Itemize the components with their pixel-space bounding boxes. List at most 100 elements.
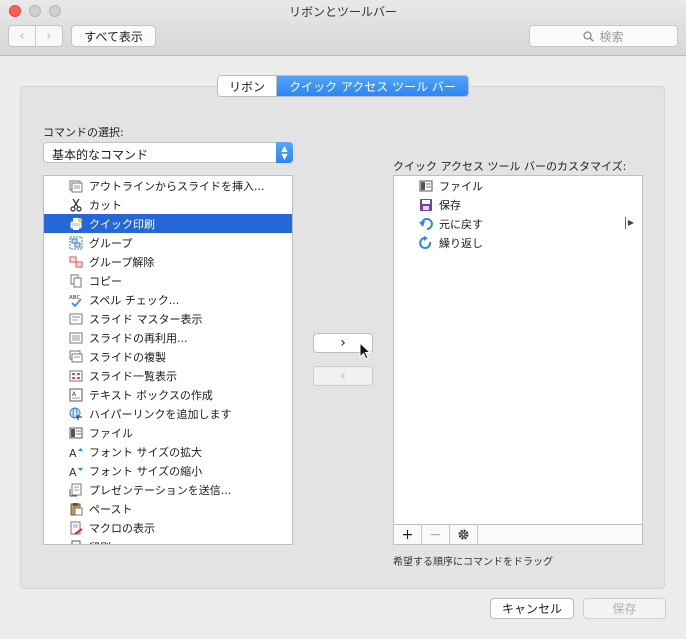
slide-master-icon xyxy=(68,311,84,327)
copy-icon xyxy=(68,273,84,289)
save-icon xyxy=(418,197,434,213)
command-category-popup[interactable]: 基本的なコマンド ▲ ▼ xyxy=(43,142,293,163)
list-item[interactable]: スライド一覧表示 xyxy=(44,366,292,385)
quick-print-icon xyxy=(68,216,84,232)
list-item-label: フォント サイズの縮小 xyxy=(89,464,203,478)
tab-quick-access-toolbar[interactable]: クイック アクセス ツール バー xyxy=(277,76,468,96)
mouse-pointer-icon xyxy=(359,342,371,360)
list-item[interactable]: カット xyxy=(44,195,292,214)
spellcheck-icon: ABC xyxy=(68,292,84,308)
list-item-label: 印刷 xyxy=(89,539,111,545)
font-shrink-icon: A xyxy=(68,463,84,479)
quick-access-footer: + − xyxy=(393,524,643,545)
list-item[interactable]: コピー xyxy=(44,271,292,290)
titlebar: リボンとツールバー ‹ › すべて表示 検索 xyxy=(0,0,686,56)
back-forward-control: ‹ › xyxy=(8,25,63,47)
font-grow-icon: A xyxy=(68,444,84,460)
quick-access-label: クイック アクセス ツール バーのカスタマイズ: xyxy=(393,160,627,173)
list-item-label: プレゼンテーションを送信... xyxy=(89,483,232,497)
list-item-label: 元に戻す xyxy=(439,217,483,231)
list-item-label: グループ解除 xyxy=(89,255,155,269)
list-item[interactable]: スライド マスター表示 xyxy=(44,309,292,328)
list-item-label: クイック印刷 xyxy=(89,217,155,231)
list-item[interactable]: グループ解除 xyxy=(44,252,292,271)
commands-label: コマンドの選択: xyxy=(43,126,124,139)
group-icon xyxy=(68,235,84,251)
textbox-icon: A xyxy=(68,387,84,403)
list-item[interactable]: ハイパーリンクを追加します xyxy=(44,404,292,423)
file-icon xyxy=(418,178,434,194)
macro-icon xyxy=(68,520,84,536)
send-icon xyxy=(68,482,84,498)
tab-ribbon[interactable]: リボン xyxy=(218,76,277,96)
svg-text:A: A xyxy=(69,466,77,478)
list-item-selected[interactable]: クイック印刷 xyxy=(44,214,292,233)
list-item[interactable]: スライドの複製 xyxy=(44,347,292,366)
list-item[interactable]: スライドの再利用... xyxy=(44,328,292,347)
list-item[interactable]: ファイル xyxy=(44,423,292,442)
list-item[interactable]: 元に戻す ▶ xyxy=(394,214,642,233)
outline-insert-icon xyxy=(68,178,84,194)
list-item[interactable]: 保存 xyxy=(394,195,642,214)
submenu-arrow-icon[interactable]: ▶ xyxy=(624,217,634,229)
window-title: リボンとツールバー xyxy=(288,5,397,19)
slide-sorter-icon xyxy=(68,368,84,384)
list-item-label: スペル チェック... xyxy=(89,293,180,307)
list-item[interactable]: ファイル xyxy=(394,176,642,195)
list-item-label: コピー xyxy=(89,274,122,288)
search-icon xyxy=(583,30,595,42)
scissors-icon xyxy=(68,197,84,213)
undo-icon xyxy=(418,216,434,232)
preferences-window: リボンとツールバー ‹ › すべて表示 検索 リボン クイック アクセス ツール… xyxy=(0,0,686,639)
print-icon xyxy=(68,539,84,544)
save-button[interactable]: 保存 xyxy=(583,598,666,619)
slide-reuse-icon xyxy=(68,330,84,346)
show-all-button[interactable]: すべて表示 xyxy=(71,25,156,47)
list-item-label: フォント サイズの拡大 xyxy=(89,445,203,459)
ungroup-icon xyxy=(68,254,84,270)
list-item-label: スライドの再利用... xyxy=(89,331,188,345)
list-item[interactable]: 繰り返し xyxy=(394,233,642,252)
list-item[interactable]: ABC スペル チェック... xyxy=(44,290,292,309)
search-placeholder: 検索 xyxy=(599,29,624,44)
list-item-label: ファイル xyxy=(89,426,133,440)
command-category-value: 基本的なコマンド xyxy=(52,148,149,162)
tab-control: リボン クイック アクセス ツール バー xyxy=(217,75,469,97)
slide-duplicate-icon xyxy=(68,349,84,365)
file-icon xyxy=(68,425,84,441)
list-item[interactable]: 印刷 xyxy=(44,537,292,545)
paste-icon xyxy=(68,501,84,517)
list-item-label: テキスト ボックスの作成 xyxy=(89,388,213,402)
search-field[interactable]: 検索 xyxy=(529,25,678,47)
svg-text:A: A xyxy=(69,447,77,459)
add-item-button[interactable]: + xyxy=(394,525,422,544)
remove-command-button[interactable]: ‹ xyxy=(313,366,373,386)
quick-access-list[interactable]: ファイル 保存 元に戻す ▶ 繰り返し xyxy=(393,175,643,545)
list-item-label: グループ xyxy=(89,236,133,250)
hyperlink-icon xyxy=(68,406,84,422)
command-list[interactable]: アウトラインからスライドを挿入... カット クイック印刷 グループ グループ解… xyxy=(43,175,293,545)
remove-item-button[interactable]: − xyxy=(422,525,450,544)
list-item[interactable]: プレゼンテーションを送信... xyxy=(44,480,292,499)
chevron-up-down-icon: ▲ ▼ xyxy=(276,142,293,163)
list-item[interactable]: マクロの表示 xyxy=(44,518,292,537)
list-item-label: カット xyxy=(89,198,122,212)
list-item-label: 繰り返し xyxy=(439,236,483,250)
list-item-label: ハイパーリンクを追加します xyxy=(89,407,232,421)
forward-button[interactable]: › xyxy=(36,26,62,46)
list-item[interactable]: A テキスト ボックスの作成 xyxy=(44,385,292,404)
list-item[interactable]: A フォント サイズの拡大 xyxy=(44,442,292,461)
list-item-label: 保存 xyxy=(439,198,461,212)
list-item-label: ファイル xyxy=(439,179,483,193)
list-item-label: スライド マスター表示 xyxy=(89,312,203,326)
gear-icon[interactable] xyxy=(450,525,478,544)
list-item-label: ペースト xyxy=(89,502,133,516)
cancel-button[interactable]: キャンセル xyxy=(490,598,574,619)
back-button[interactable]: ‹ xyxy=(9,26,36,46)
list-item[interactable]: A フォント サイズの縮小 xyxy=(44,461,292,480)
list-item[interactable]: ペースト xyxy=(44,499,292,518)
list-item[interactable]: アウトラインからスライドを挿入... xyxy=(44,176,292,195)
redo-icon xyxy=(418,235,434,251)
list-item-label: アウトラインからスライドを挿入... xyxy=(89,179,265,193)
list-item[interactable]: グループ xyxy=(44,233,292,252)
